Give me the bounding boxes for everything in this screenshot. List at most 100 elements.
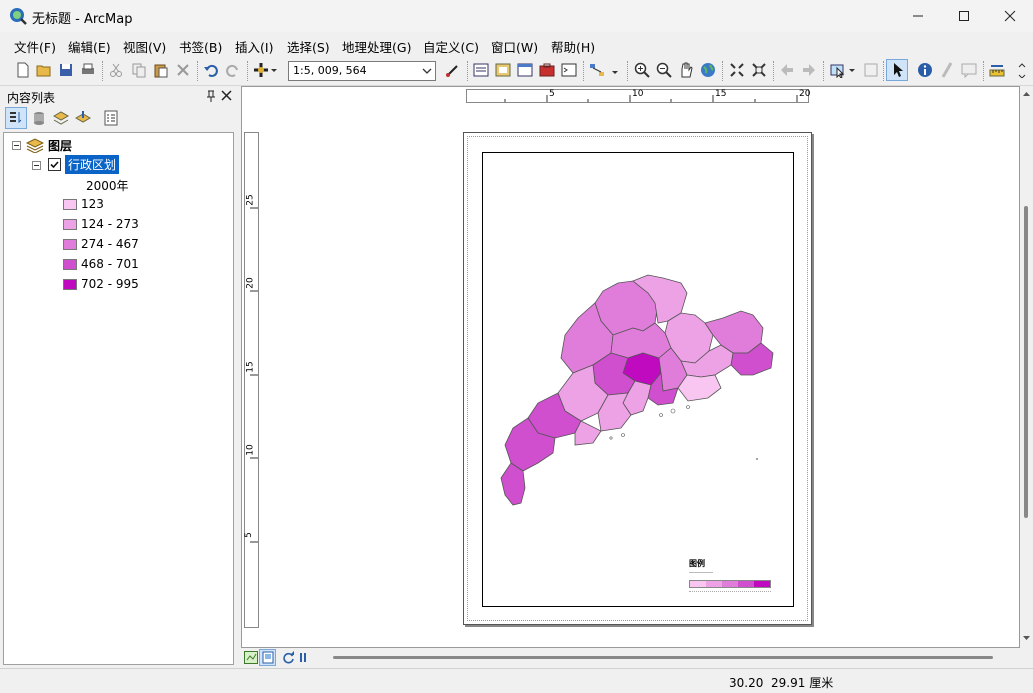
add-data-icon[interactable] [253,62,269,78]
print-icon[interactable] [80,62,96,78]
refresh-icon[interactable] [282,651,295,664]
list-by-drawing-order-button[interactable] [5,107,27,129]
toc-title: 内容列表 [7,91,56,105]
maximize-button[interactable] [941,0,987,32]
coord-x: 30.20 [729,676,764,690]
vertical-ruler-ticks [250,207,258,543]
menu-insert[interactable]: 插入(I) [235,37,273,56]
select-features-icon[interactable] [830,62,846,78]
chevron-down-icon[interactable] [848,62,856,78]
pointer-arrow-icon [894,63,903,77]
chevron-down-icon[interactable] [422,65,432,77]
legend-swatch-1 [63,199,77,210]
menu-help[interactable]: 帮助(H) [551,37,595,56]
collapse-toggle-icon[interactable] [12,141,21,150]
toolbar-separator [883,61,885,81]
ruler-label: 10 [632,89,644,99]
layout-legend-ramp-step [706,581,722,587]
hyperlink-icon[interactable] [939,62,955,78]
editor-toolbar-icon[interactable] [445,62,461,78]
menu-edit[interactable]: 编辑(E) [68,37,111,56]
scrollbar-thumb[interactable] [1024,206,1028,518]
toolbar-overflow-icon[interactable] [1017,62,1027,78]
search-window-icon[interactable] [517,62,533,78]
paste-icon[interactable] [153,62,169,78]
model-builder-icon[interactable] [589,62,605,78]
close-button[interactable] [987,0,1033,32]
identify-icon[interactable] [917,62,933,78]
save-icon[interactable] [58,62,74,78]
chevron-down-icon[interactable] [611,62,619,78]
select-elements-button[interactable] [886,59,908,81]
scroll-up-icon[interactable] [1022,90,1031,98]
full-extent-globe-icon[interactable] [700,62,716,78]
toc-field-label: 2000年 [86,179,129,193]
legend-swatch-3 [63,239,77,250]
main-toolbar [0,57,1033,86]
python-window-icon[interactable] [561,62,577,78]
map-scale-combobox[interactable]: 1:5, 009, 564 [288,61,436,81]
toolbar-separator [627,61,629,81]
vertical-scrollbar[interactable] [1020,86,1033,648]
layers-stack-icon [26,138,44,153]
minimize-icon [913,15,923,17]
chevron-down-icon[interactable] [270,62,278,78]
forward-arrow-icon[interactable] [801,62,817,78]
cut-icon[interactable] [108,62,124,78]
data-frame[interactable]: 图例 [482,152,794,607]
html-popup-icon[interactable] [961,62,977,78]
arctoolbox-icon[interactable] [539,62,555,78]
copy-icon[interactable] [131,62,147,78]
horizontal-scrollbar-thumb[interactable] [333,656,993,659]
zoom-in-icon[interactable] [634,62,650,78]
menu-bookmarks[interactable]: 书签(B) [179,37,222,56]
layout-page[interactable]: 图例 [463,132,812,625]
coord-unit: 厘米 [809,676,834,690]
close-icon[interactable] [221,90,232,101]
status-bar: 30.20 29.91 厘米 [0,668,1033,693]
list-by-selection-icon[interactable] [75,110,91,126]
list-by-visibility-icon[interactable] [53,110,69,126]
vertical-ruler[interactable]: 25 20 15 10 5 [244,132,259,628]
data-view-icon[interactable] [244,651,258,664]
toolbar-separator [823,61,825,81]
menu-file[interactable]: 文件(F) [14,37,56,56]
zoom-out-icon[interactable] [656,62,672,78]
menu-view[interactable]: 视图(V) [123,37,166,56]
menu-window[interactable]: 窗口(W) [491,37,538,56]
menu-selection[interactable]: 选择(S) [287,37,330,56]
pause-drawing-icon[interactable] [299,652,307,663]
menu-customize[interactable]: 自定义(C) [423,37,479,56]
catalog-icon[interactable] [495,62,511,78]
layout-legend-title: 图例 [689,559,705,568]
horizontal-ruler[interactable]: 5 10 15 20 [466,89,810,103]
undo-icon[interactable] [203,62,219,78]
scroll-down-icon[interactable] [1022,634,1031,642]
layer-visibility-checkbox[interactable] [48,158,61,171]
table-of-contents-icon[interactable] [473,62,489,78]
menu-geoprocessing[interactable]: 地理处理(G) [342,37,411,56]
options-icon[interactable] [103,110,119,126]
pan-hand-icon[interactable] [678,62,694,78]
layout-legend[interactable]: 图例 [688,558,778,600]
fixed-zoom-out-icon[interactable] [751,62,767,78]
toolbar-separator [983,61,985,81]
back-arrow-icon[interactable] [779,62,795,78]
list-by-source-icon[interactable] [31,110,47,126]
minimize-button[interactable] [895,0,941,32]
pin-icon[interactable] [205,89,217,103]
measure-icon[interactable] [989,62,1005,78]
toolbar-separator [722,61,724,81]
layout-legend-ramp-step [754,581,770,587]
fixed-zoom-in-icon[interactable] [729,62,745,78]
collapse-toggle-icon[interactable] [32,161,41,170]
toc-layer-label[interactable]: 行政区划 [65,155,120,174]
toc-dataframe-label[interactable]: 图层 [48,137,72,154]
delete-icon[interactable] [175,62,191,78]
choropleth-map [500,274,774,506]
open-folder-icon[interactable] [36,62,52,78]
new-document-icon[interactable] [15,62,31,78]
redo-icon[interactable] [225,62,241,78]
clear-selection-icon[interactable] [863,62,879,78]
layout-view-button[interactable] [259,649,276,666]
